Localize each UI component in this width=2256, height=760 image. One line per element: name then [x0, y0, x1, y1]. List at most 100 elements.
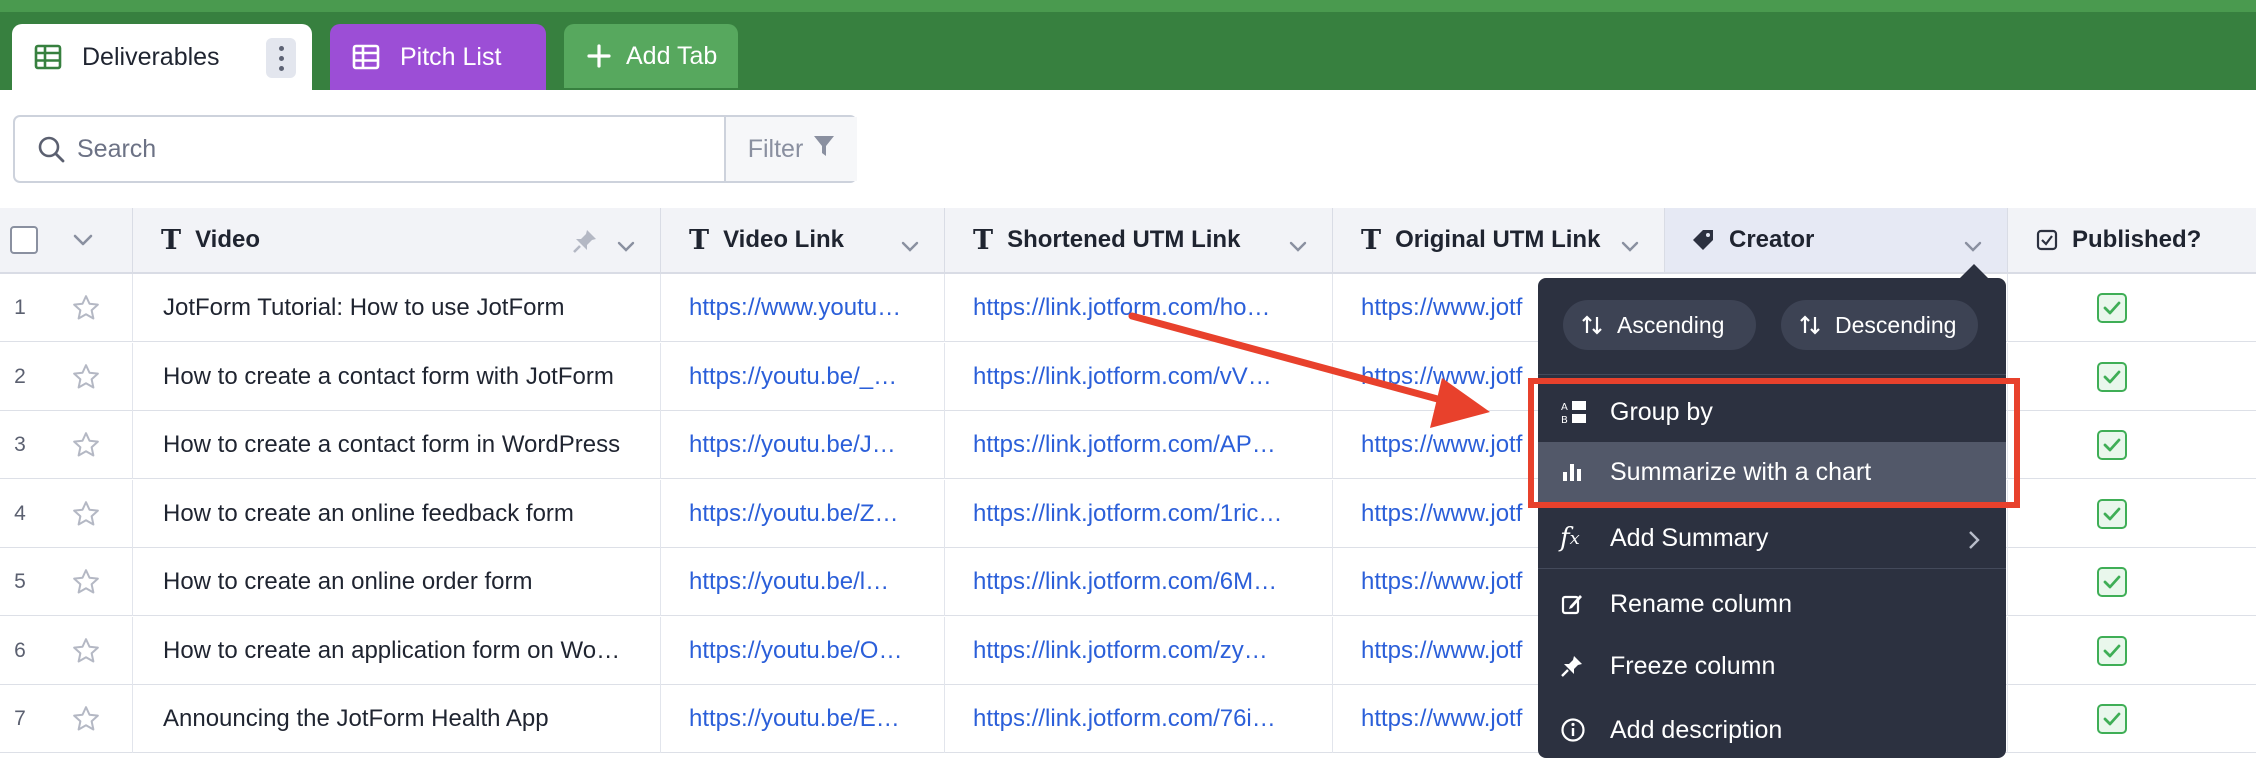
text-type-icon: T — [1361, 224, 1382, 256]
link-text[interactable]: https://youtu.be/Z… — [689, 500, 944, 528]
cell-video-link[interactable]: https://www.youtu… — [660, 274, 944, 342]
table-icon — [34, 43, 62, 71]
plus-icon — [586, 43, 612, 69]
text-type-icon: T — [161, 224, 182, 256]
link-text[interactable]: https://link.jotform.com/76i… — [973, 705, 1332, 733]
published-checkbox[interactable] — [2097, 704, 2127, 734]
menu-item-add-description[interactable]: Add description — [1538, 700, 2006, 760]
text-type-icon: T — [973, 224, 994, 256]
row-number: 5 — [14, 570, 26, 593]
cell-video[interactable]: Announcing the JotForm Health App — [132, 685, 660, 753]
cell-published[interactable] — [2007, 616, 2256, 685]
tab-pitch-list[interactable]: Pitch List — [330, 24, 546, 90]
published-checkbox[interactable] — [2097, 430, 2127, 460]
link-text[interactable]: https://youtu.be/_… — [689, 363, 944, 391]
cell-video[interactable]: How to create an online feedback form — [132, 479, 660, 548]
link-text[interactable]: https://link.jotform.com/6M… — [973, 568, 1332, 596]
cell-published[interactable] — [2007, 685, 2256, 753]
cell-shortened-utm[interactable]: https://link.jotform.com/zy… — [944, 616, 1332, 685]
star-icon[interactable] — [40, 480, 132, 548]
add-tab-button[interactable]: Add Tab — [564, 24, 738, 88]
link-text[interactable]: https://youtu.be/E… — [689, 705, 944, 733]
cell-video[interactable]: JotForm Tutorial: How to use JotForm — [132, 274, 660, 342]
star-icon[interactable] — [40, 274, 132, 342]
chevron-down-icon[interactable] — [900, 232, 920, 260]
search-input[interactable] — [77, 129, 717, 169]
published-checkbox[interactable] — [2097, 361, 2127, 392]
cell-video-link[interactable]: https://youtu.be/Z… — [660, 479, 944, 548]
cell-video-link[interactable]: https://youtu.be/_… — [660, 342, 944, 411]
menu-item-add-summary[interactable]: fx Add Summary — [1538, 508, 2006, 568]
sort-descending-button[interactable]: Descending — [1781, 300, 1978, 350]
star-icon[interactable] — [40, 685, 132, 753]
top-strip — [0, 0, 2256, 12]
cell-video-link[interactable]: https://youtu.be/l… — [660, 548, 944, 616]
link-text[interactable]: https://link.jotform.com/zy… — [973, 637, 1332, 665]
link-text[interactable]: https://youtu.be/J… — [689, 431, 944, 459]
pin-icon[interactable] — [572, 228, 598, 261]
cell-video-link[interactable]: https://youtu.be/J… — [660, 411, 944, 479]
cell-shortened-utm[interactable]: https://link.jotform.com/ho… — [944, 274, 1332, 342]
column-header-published[interactable]: Published? — [2007, 208, 2256, 274]
cell-published[interactable] — [2007, 342, 2256, 411]
link-text[interactable]: https://youtu.be/O… — [689, 637, 944, 665]
published-checkbox[interactable] — [2097, 635, 2127, 666]
cell-shortened-utm[interactable]: https://link.jotform.com/vV… — [944, 342, 1332, 411]
cell-shortened-utm[interactable]: https://link.jotform.com/76i… — [944, 685, 1332, 753]
chevron-down-icon[interactable] — [1620, 232, 1640, 260]
function-icon: fx — [1560, 523, 1580, 553]
tab-label: Pitch List — [400, 42, 502, 71]
chevron-down-icon[interactable] — [1963, 232, 1983, 260]
star-icon[interactable] — [40, 548, 132, 616]
filter-button[interactable]: Filter — [724, 117, 857, 181]
cell-video[interactable]: How to create a contact form with JotFor… — [132, 342, 660, 411]
cell-shortened-utm[interactable]: https://link.jotform.com/1ric… — [944, 479, 1332, 548]
link-text[interactable]: https://youtu.be/l… — [689, 568, 944, 596]
link-text[interactable]: https://www.youtu… — [689, 294, 944, 322]
chevron-down-icon[interactable] — [616, 232, 636, 260]
column-header-video-link[interactable]: T Video Link — [660, 208, 944, 274]
cell-published[interactable] — [2007, 411, 2256, 479]
menu-label: Add description — [1610, 715, 1783, 744]
tab-deliverables[interactable]: Deliverables — [12, 24, 312, 90]
header-select-all — [0, 208, 132, 274]
select-all-checkbox[interactable] — [10, 226, 38, 254]
link-text[interactable]: https://link.jotform.com/vV… — [973, 363, 1332, 391]
tab-options-icon[interactable] — [266, 38, 296, 78]
cell-shortened-utm[interactable]: https://link.jotform.com/6M… — [944, 548, 1332, 616]
star-icon[interactable] — [40, 617, 132, 685]
published-checkbox[interactable] — [2097, 293, 2127, 323]
cell-published[interactable] — [2007, 479, 2256, 548]
menu-label: Rename column — [1610, 589, 1793, 618]
column-header-shortened-utm[interactable]: T Shortened UTM Link — [944, 208, 1332, 274]
star-icon[interactable] — [40, 343, 132, 411]
row-number: 4 — [14, 501, 26, 525]
cell-video[interactable]: How to create an online order form — [132, 548, 660, 616]
cell-published[interactable] — [2007, 274, 2256, 342]
row-number: 6 — [14, 638, 26, 662]
menu-item-freeze-column[interactable]: Freeze column — [1538, 636, 2006, 696]
link-text[interactable]: https://link.jotform.com/1ric… — [973, 500, 1332, 528]
cell-text: How to create an online feedback form — [163, 499, 574, 527]
chevron-down-icon[interactable] — [1288, 232, 1308, 260]
menu-item-rename-column[interactable]: Rename column — [1538, 574, 2006, 634]
published-checkbox[interactable] — [2097, 567, 2127, 597]
link-text[interactable]: https://link.jotform.com/ho… — [973, 294, 1332, 322]
cell-shortened-utm[interactable]: https://link.jotform.com/AP… — [944, 411, 1332, 479]
cell-video-link[interactable]: https://youtu.be/O… — [660, 616, 944, 685]
column-header-original-utm[interactable]: T Original UTM Link — [1332, 208, 1664, 274]
cell-video-link[interactable]: https://youtu.be/E… — [660, 685, 944, 753]
link-text[interactable]: https://link.jotform.com/AP… — [973, 431, 1332, 459]
column-label: Creator — [1729, 226, 1815, 253]
edit-icon — [1560, 592, 1610, 616]
column-header-video[interactable]: T Video — [132, 208, 660, 274]
cell-video[interactable]: How to create an application form on Wo… — [132, 616, 660, 685]
search-bar: Filter — [13, 115, 857, 183]
cell-video[interactable]: How to create a contact form in WordPres… — [132, 411, 660, 479]
column-header-creator[interactable]: Creator — [1664, 208, 2007, 274]
cell-published[interactable] — [2007, 548, 2256, 616]
published-checkbox[interactable] — [2097, 498, 2127, 529]
chevron-down-icon[interactable] — [72, 233, 94, 247]
sort-ascending-button[interactable]: Ascending — [1563, 300, 1756, 350]
star-icon[interactable] — [40, 411, 132, 479]
